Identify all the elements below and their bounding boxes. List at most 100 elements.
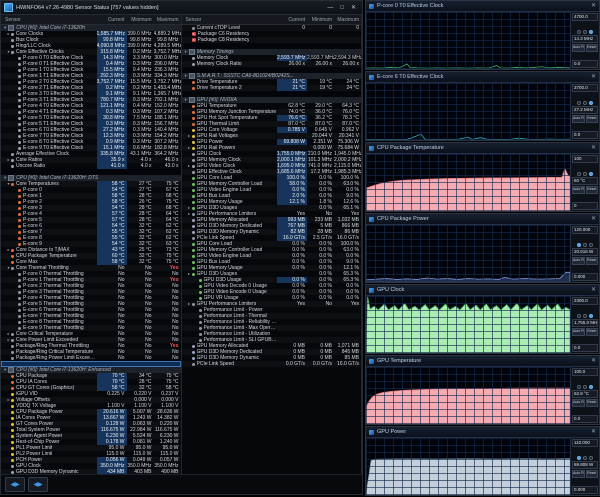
minimize-button[interactable]: — xyxy=(327,5,333,11)
graph-buttons: Auto Fit Reset xyxy=(572,399,598,407)
sensor-row-drive-temperature-2[interactable]: Drive Temperature 2 21 °C 19 °C 24 °C xyxy=(182,85,362,91)
auto-fit-button[interactable]: Auto Fit xyxy=(572,399,585,407)
nav-arrows-button-1[interactable]: ◀▶ xyxy=(5,477,25,492)
close-icon[interactable]: ✕ xyxy=(591,358,596,364)
scale-dot-3[interactable] xyxy=(589,385,593,389)
scale-dot-2[interactable] xyxy=(583,101,587,105)
volt-icon xyxy=(191,128,195,132)
close-icon[interactable]: ✕ xyxy=(591,74,596,80)
dot-icon xyxy=(191,212,195,216)
scale-min-value[interactable]: 0.000 xyxy=(572,273,598,281)
scale-max-value[interactable]: 120.000 xyxy=(572,226,598,234)
nav-arrows-button-2[interactable]: ◀▶ xyxy=(28,477,48,492)
load-icon xyxy=(198,284,202,288)
sensor-row-package-ring-power-limit-exceeded[interactable]: Package/Ring Power Limit Exceeded No No No xyxy=(1,355,181,361)
scale-min-value[interactable]: 0.000 xyxy=(572,486,598,494)
graph-titlebar[interactable]: CPU Package Power ✕ xyxy=(366,214,599,225)
graph-app-icon xyxy=(369,358,374,364)
close-button[interactable]: ✕ xyxy=(351,5,356,11)
dot-icon xyxy=(11,266,14,270)
scale-dot-2[interactable] xyxy=(583,30,587,34)
scale-min-value[interactable]: 0.0 xyxy=(572,415,598,423)
scale-dot-1[interactable] xyxy=(577,30,581,34)
scale-dot-3[interactable] xyxy=(589,243,593,247)
auto-fit-button[interactable]: Auto Fit xyxy=(572,44,585,52)
scale-max-value[interactable]: 100 xyxy=(572,155,598,163)
scale-dot-1[interactable] xyxy=(577,243,581,247)
auto-fit-button[interactable]: Auto Fit xyxy=(572,470,585,478)
scale-dot-3[interactable] xyxy=(589,456,593,460)
scale-dot-2[interactable] xyxy=(583,243,587,247)
volt-icon xyxy=(191,134,195,138)
reset-button[interactable]: Reset xyxy=(585,186,598,194)
scale-max-value[interactable]: 2300.0 xyxy=(572,297,598,305)
sensor-row-memory-clock-ratio[interactable]: Memory Clock Ratio 26.00 x 26.00 x 26.00 x xyxy=(182,61,362,67)
graph-titlebar[interactable]: P-core 0 T0 Effective Clock ✕ xyxy=(366,1,599,12)
graph-titlebar[interactable]: E-core 6 T0 Effective Clock ✕ xyxy=(366,72,599,83)
clock-icon xyxy=(18,110,21,114)
scale-dot-1[interactable] xyxy=(577,101,581,105)
graph-sidebar: 3700.0 27.2 MHz Auto Fit Reset 0.0 xyxy=(570,83,599,140)
scale-dot-1[interactable] xyxy=(577,456,581,460)
scale-dot-3[interactable] xyxy=(589,101,593,105)
scale-max-value[interactable]: 4700.0 xyxy=(572,13,598,21)
sensor-label-cell: Uncore Ratio xyxy=(1,163,97,169)
reset-button[interactable]: Reset xyxy=(585,257,598,265)
graph-titlebar[interactable]: GPU Power ✕ xyxy=(366,427,599,438)
auto-fit-button[interactable]: Auto Fit xyxy=(572,115,585,123)
temp-icon xyxy=(11,248,14,252)
auto-fit-button[interactable]: Auto Fit xyxy=(572,328,585,336)
scale-max-value[interactable]: 100.0 xyxy=(572,368,598,376)
reset-button[interactable]: Reset xyxy=(585,115,598,123)
reset-button[interactable]: Reset xyxy=(585,328,598,336)
auto-fit-button[interactable]: Auto Fit xyxy=(572,257,585,265)
close-icon[interactable]: ✕ xyxy=(591,429,596,435)
scale-dot-2[interactable] xyxy=(583,385,587,389)
scale-dot-2[interactable] xyxy=(583,172,587,176)
scale-min-value[interactable]: 0 xyxy=(572,202,598,210)
scale-min-value[interactable]: 0.0 xyxy=(572,344,598,352)
scale-dot-3[interactable] xyxy=(589,314,593,318)
graph-titlebar[interactable]: GPU Clock ✕ xyxy=(366,285,599,296)
close-icon[interactable]: ✕ xyxy=(591,287,596,293)
close-icon[interactable]: ✕ xyxy=(591,145,596,151)
scale-max-value[interactable]: 3700.0 xyxy=(572,84,598,92)
graph-buttons: Auto Fit Reset xyxy=(572,470,598,478)
scale-mode-dots xyxy=(572,243,598,247)
clock-icon xyxy=(11,152,14,156)
value-maximum: Yes xyxy=(350,301,359,307)
scale-dot-1[interactable] xyxy=(577,172,581,176)
sensor-row-pcie-link-speed[interactable]: PCIe Link Speed 0.0 GT/s 0.0 GT/s 16.0 GT/s xyxy=(182,361,362,367)
graph-titlebar[interactable]: GPU Temperature ✕ xyxy=(366,356,599,367)
close-icon[interactable]: ✕ xyxy=(591,3,596,9)
graph-sidebar: 100 60 °C Auto Fit Reset 0 xyxy=(570,154,599,211)
graph-title: CPU Package Power xyxy=(377,216,429,222)
scale-max-value[interactable]: 110.000 xyxy=(572,439,598,447)
scale-min-value[interactable]: 0.0 xyxy=(572,60,598,68)
graph-titlebar[interactable]: CPU Package Temperature ✕ xyxy=(366,143,599,154)
sensor-row-uncore-ratio[interactable]: Uncore Ratio 41.0 x 4.0 x 43.0 x xyxy=(1,163,181,169)
reset-button[interactable]: Reset xyxy=(585,399,598,407)
auto-fit-button[interactable]: Auto Fit xyxy=(572,186,585,194)
scale-dot-2[interactable] xyxy=(583,314,587,318)
temp-icon xyxy=(18,200,21,204)
scale-dot-1[interactable] xyxy=(577,314,581,318)
scale-dot-2[interactable] xyxy=(583,456,587,460)
load-icon xyxy=(191,242,195,246)
scale-min-value[interactable]: 0.0 xyxy=(572,131,598,139)
temp-icon xyxy=(18,230,21,234)
close-icon[interactable]: ✕ xyxy=(591,216,596,222)
scale-dot-1[interactable] xyxy=(577,385,581,389)
graph-app-icon xyxy=(369,287,374,293)
column-header-sensor: Sensor xyxy=(185,16,202,23)
sensor-panel-middle: Sensor Current Minimum Maximum Current cTDP … xyxy=(181,15,362,475)
reset-button[interactable]: Reset xyxy=(585,44,598,52)
scale-dot-3[interactable] xyxy=(589,30,593,34)
titlebar[interactable]: HWiNFO64 v7.26-4980 Sensor Status [757 v… xyxy=(1,1,362,15)
scale-dot-3[interactable] xyxy=(589,172,593,176)
column-header-sensor: Sensor xyxy=(5,16,21,23)
maximize-button[interactable]: □ xyxy=(340,5,344,11)
reset-button[interactable]: Reset xyxy=(585,470,598,478)
